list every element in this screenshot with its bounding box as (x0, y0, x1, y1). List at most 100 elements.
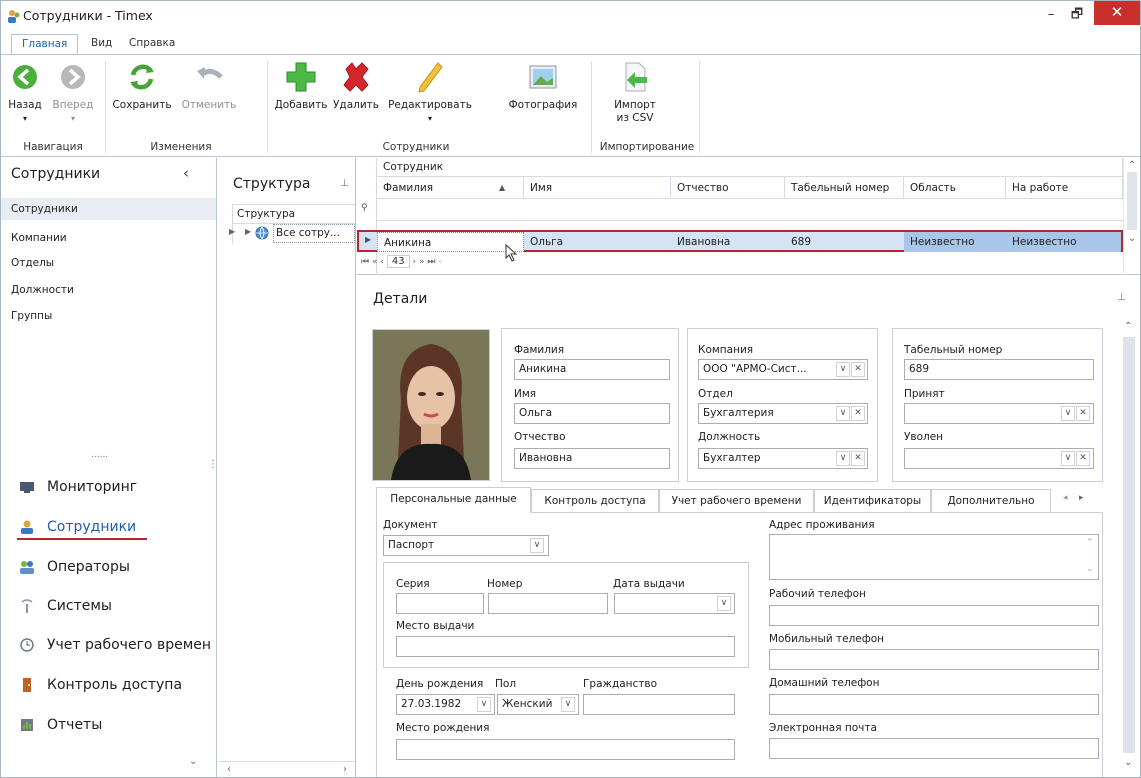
home-phone-field[interactable] (769, 694, 1099, 715)
photo-button[interactable]: Фотография (506, 59, 580, 112)
tabnumber-field[interactable]: 689 (904, 359, 1094, 380)
position-dropdown-icon[interactable]: ∨ (836, 451, 850, 466)
nav-item-departments[interactable]: Отделы (11, 252, 54, 274)
structure-hscrollbar[interactable]: ‹ › (219, 761, 355, 777)
pin-icon[interactable]: ⊥ (1117, 292, 1126, 303)
pane-grip-icon[interactable]: ⋮ (208, 460, 218, 470)
delete-button[interactable]: Удалить (331, 59, 381, 112)
position-clear-icon[interactable]: ✕ (851, 451, 865, 466)
undo-button[interactable]: Отменить (177, 59, 241, 112)
birthplace-field[interactable] (396, 739, 735, 760)
tab-identifiers[interactable]: Идентификаторы (814, 489, 931, 513)
column-header-firstname[interactable]: Имя (524, 177, 671, 199)
scroll-right-icon[interactable]: › (343, 764, 347, 775)
cell-tabnumber[interactable]: 689 (785, 232, 811, 252)
forward-button[interactable]: Вперед ▾ (51, 59, 95, 125)
save-button[interactable]: Сохранить (111, 59, 173, 112)
nav-item-positions[interactable]: Должности (11, 279, 74, 301)
expand-chevron-icon[interactable]: ⌄ (189, 756, 197, 767)
filter-row-icon[interactable]: ⚲ (361, 203, 368, 213)
scroll-up-icon[interactable]: ⌃ (1128, 160, 1136, 171)
scroll-up-icon[interactable]: ⌃ (1124, 321, 1132, 332)
scroll-down-icon[interactable]: ⌄ (1124, 757, 1132, 768)
sort-ascending-icon[interactable]: ▲ (499, 177, 505, 199)
cell-at-work[interactable]: Неизвестно (1006, 232, 1121, 252)
firstname-field[interactable]: Ольга (514, 403, 670, 424)
bignav-time-tracking[interactable]: Учет рабочего времен (19, 632, 211, 658)
nav-splitter[interactable]: ...... (91, 450, 108, 460)
first-record-icon[interactable]: ⏮ (361, 257, 369, 267)
cell-lastname[interactable]: Аникина (377, 232, 524, 252)
pin-icon[interactable]: ⊥ (340, 178, 349, 189)
series-field[interactable] (396, 593, 484, 614)
structure-node-all[interactable]: Все сотру... (273, 224, 355, 243)
column-header-area[interactable]: Область (904, 177, 1006, 199)
back-button[interactable]: Назад ▾ (5, 59, 45, 125)
gender-dropdown-icon[interactable]: ∨ (561, 697, 575, 712)
structure-tree-row[interactable]: ▶ ▶ Все сотру... (229, 224, 355, 244)
cell-area[interactable]: Неизвестно (904, 232, 1006, 252)
record-position[interactable]: 43 (386, 255, 410, 268)
column-header-lastname[interactable]: Фамилия ▲ (377, 177, 524, 199)
fired-dropdown-icon[interactable]: ∨ (1061, 451, 1075, 466)
cell-middlename[interactable]: Ивановна (671, 232, 730, 252)
issue-place-field[interactable] (396, 636, 735, 657)
scroll-thumb[interactable] (1127, 172, 1137, 230)
prev-page-icon[interactable]: « (372, 257, 378, 267)
company-clear-icon[interactable]: ✕ (851, 362, 865, 377)
document-dropdown-icon[interactable]: ∨ (530, 538, 544, 553)
structure-column-header[interactable]: Структура (232, 204, 355, 224)
department-dropdown-icon[interactable]: ∨ (836, 406, 850, 421)
work-phone-field[interactable] (769, 605, 1099, 626)
scroll-thumb[interactable] (1123, 337, 1135, 753)
address-scroll-up-icon[interactable]: ⌃ (1086, 538, 1094, 548)
tab-access-control[interactable]: Контроль доступа (531, 489, 659, 513)
tab-additional[interactable]: Дополнительно (931, 489, 1051, 513)
table-row-selected[interactable]: ▶ Аникина Ольга Ивановна 689 Неизвестно … (357, 230, 1123, 252)
scroll-left-icon[interactable]: ‹ (227, 764, 231, 775)
bignav-systems[interactable]: Системы (19, 593, 112, 619)
hired-clear-icon[interactable]: ✕ (1076, 406, 1090, 421)
tab-personal-data[interactable]: Персональные данные (376, 487, 531, 513)
auto-filter-row[interactable] (377, 199, 1123, 221)
document-select[interactable]: Паспорт (383, 535, 549, 556)
edit-dropdown-icon[interactable]: ▾ (384, 112, 476, 125)
company-dropdown-icon[interactable]: ∨ (836, 362, 850, 377)
tab-help[interactable]: Справка (119, 34, 185, 55)
nav-item-companies[interactable]: Компании (11, 227, 67, 249)
prev-record-icon[interactable]: ‹ (380, 257, 384, 267)
bignav-monitoring[interactable]: Мониторинг (19, 474, 137, 500)
edit-button[interactable]: Редактировать ▾ (384, 59, 476, 125)
hired-dropdown-icon[interactable]: ∨ (1061, 406, 1075, 421)
column-header-middlename[interactable]: Отчество (671, 177, 785, 199)
import-csv-button[interactable]: Импорт из CSV (605, 59, 665, 125)
birthday-dropdown-icon[interactable]: ∨ (477, 697, 491, 712)
tabs-scroll-left-icon[interactable]: ◂ (1063, 493, 1068, 503)
address-field[interactable] (769, 534, 1099, 580)
scroll-left-icon[interactable]: ‹ (438, 257, 442, 267)
next-record-icon[interactable]: › (412, 257, 416, 267)
collapse-chevron-icon[interactable]: ‹ (183, 164, 189, 182)
address-scroll-down-icon[interactable]: ⌄ (1086, 564, 1094, 574)
nav-item-groups[interactable]: Группы (11, 305, 52, 327)
column-header-tabnumber[interactable]: Табельный номер (785, 177, 904, 199)
next-page-icon[interactable]: » (419, 257, 425, 267)
grid-vscrollbar[interactable]: ⌃ ⌄ (1123, 158, 1140, 275)
bignav-employees[interactable]: Сотрудники (19, 514, 136, 540)
nav-item-employees[interactable]: Сотрудники (11, 198, 78, 220)
middlename-field[interactable]: Ивановна (514, 448, 670, 469)
close-icon[interactable]: ✕ (1094, 1, 1140, 25)
bignav-reports[interactable]: Отчеты (19, 712, 102, 738)
bignav-access-control[interactable]: Контроль доступа (19, 672, 182, 698)
tab-time-tracking[interactable]: Учет рабочего времени (659, 489, 814, 513)
issue-date-dropdown-icon[interactable]: ∨ (717, 596, 731, 611)
lastname-field[interactable]: Аникина (514, 359, 670, 380)
bignav-operators[interactable]: Операторы (19, 554, 130, 580)
citizenship-field[interactable] (583, 694, 735, 715)
employee-photo[interactable] (372, 329, 490, 481)
minimize-icon[interactable]: – (1041, 5, 1061, 25)
email-field[interactable] (769, 738, 1099, 759)
details-vscrollbar[interactable]: ⌃ ⌄ (1120, 321, 1138, 776)
number-field[interactable] (488, 593, 608, 614)
expand-node-icon[interactable]: ▶ (245, 227, 251, 236)
